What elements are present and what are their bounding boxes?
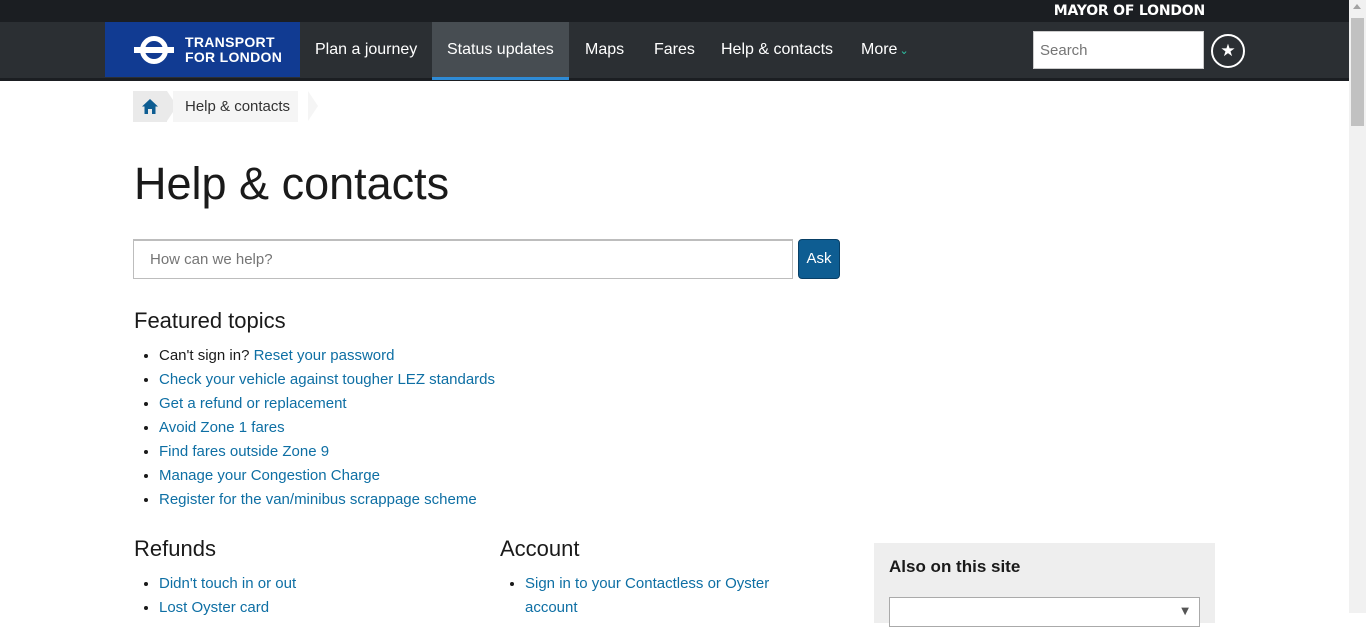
ask-button[interactable]: Ask (798, 239, 840, 279)
top-bar: MAYOR OF LONDON (0, 0, 1349, 22)
nav-more[interactable]: More ⌄ (846, 22, 924, 77)
page-scrollbar[interactable] (1349, 0, 1366, 613)
page-title: Help & contacts (134, 158, 450, 209)
list-item: Get a refund or replacement (159, 392, 859, 416)
help-search-input[interactable] (133, 239, 793, 279)
list-item: Register for the van/minibus scrappage s… (159, 488, 859, 512)
scroll-up-arrow-icon[interactable] (1353, 4, 1361, 9)
logo-text: TRANSPORT FOR LONDON (185, 35, 282, 65)
list-item: Lost Oyster card (159, 596, 489, 620)
also-on-this-site-select[interactable]: ▼ (889, 597, 1200, 627)
featured-topics-list: Can't sign in? Reset your password Check… (134, 344, 859, 512)
list-item: Find fares outside Zone 9 (159, 440, 859, 464)
roundel-icon (134, 36, 174, 64)
refunds-heading: Refunds (134, 536, 216, 561)
nav-fares[interactable]: Fares (639, 22, 710, 77)
nav-maps[interactable]: Maps (570, 22, 639, 77)
list-item: Manage your Congestion Charge (159, 464, 859, 488)
list-item: Check your vehicle against tougher LEZ s… (159, 368, 859, 392)
refund-link[interactable]: Didn't touch in or out (159, 575, 296, 592)
mayor-of-london-link[interactable]: MAYOR OF LONDON (1054, 3, 1205, 19)
featured-link[interactable]: Get a refund or replacement (159, 395, 347, 412)
account-heading: Account (500, 536, 580, 561)
breadcrumb-current: Help & contacts (173, 91, 299, 122)
list-item: Didn't touch in or out (159, 572, 489, 596)
list-item: Avoid Zone 1 fares (159, 416, 859, 440)
nav-more-label: More (861, 41, 898, 58)
account-link[interactable]: Sign in to your Contactless or Oyster ac… (525, 575, 769, 616)
logo-line-1: TRANSPORT (185, 34, 275, 50)
list-item: Can't sign in? Reset your password (159, 344, 859, 368)
nav-help-contacts[interactable]: Help & contacts (706, 22, 848, 77)
star-icon[interactable]: ★ (1211, 34, 1245, 68)
featured-link[interactable]: Avoid Zone 1 fares (159, 419, 285, 436)
featured-link[interactable]: Manage your Congestion Charge (159, 467, 380, 484)
also-on-this-site-heading: Also on this site (889, 557, 1021, 576)
home-icon (142, 99, 158, 114)
breadcrumb-home[interactable] (133, 91, 167, 122)
featured-link[interactable]: Find fares outside Zone 9 (159, 443, 329, 460)
featured-topics-heading: Featured topics (134, 308, 286, 333)
scroll-thumb[interactable] (1351, 18, 1364, 126)
featured-link[interactable]: Register for the van/minibus scrappage s… (159, 491, 477, 508)
logo-line-2: FOR LONDON (185, 49, 283, 65)
featured-link[interactable]: Check your vehicle against tougher LEZ s… (159, 371, 495, 388)
tfl-logo[interactable]: TRANSPORT FOR LONDON (105, 22, 300, 77)
breadcrumb-end (308, 91, 318, 121)
refund-link[interactable]: Lost Oyster card (159, 599, 269, 616)
site-search-input[interactable] (1033, 31, 1204, 69)
chevron-down-icon: ▼ (1181, 606, 1189, 617)
main-navigation: TRANSPORT FOR LONDON Plan a journey Stat… (0, 22, 1349, 81)
featured-link[interactable]: Reset your password (254, 347, 395, 364)
chevron-down-icon: ⌄ (899, 45, 909, 57)
nav-plan-a-journey[interactable]: Plan a journey (300, 22, 432, 77)
nav-status-updates[interactable]: Status updates (432, 22, 569, 80)
also-on-this-site-panel: Also on this site ▼ (874, 543, 1215, 627)
featured-prefix: Can't sign in? (159, 347, 254, 364)
